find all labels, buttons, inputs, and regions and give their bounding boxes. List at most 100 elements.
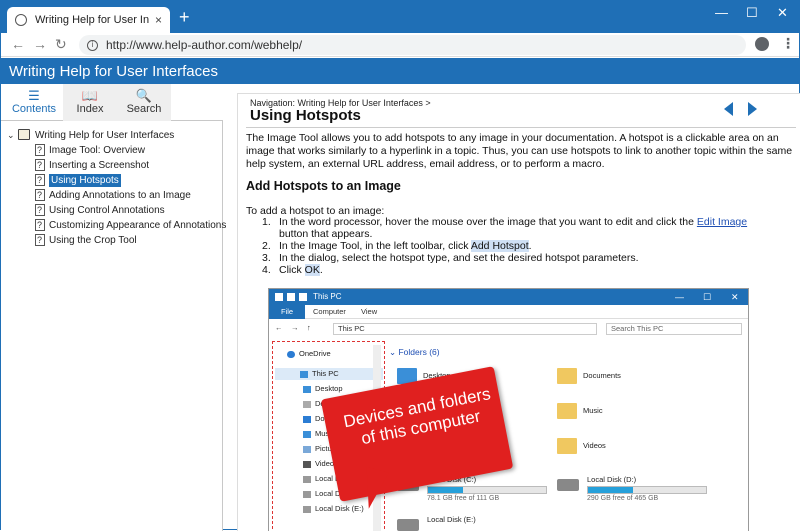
globe-icon	[15, 14, 27, 26]
folder-label: Documents	[583, 371, 621, 380]
drive-usage-bar	[427, 486, 547, 494]
music-folder-icon	[557, 403, 577, 420]
sidebar-label: OneDrive	[299, 349, 331, 358]
section-heading: Add Hotspots to an Image	[246, 179, 401, 193]
previous-topic-icon[interactable]	[724, 102, 733, 116]
step-text: .	[319, 264, 323, 276]
ribbon-file: File	[269, 305, 305, 319]
tree-item[interactable]: Using the Crop Tool	[7, 233, 221, 248]
folder-tile: Documents	[557, 365, 621, 387]
drive-usage-fill	[428, 487, 464, 493]
drive-tile: Local Disk (E:)	[397, 515, 476, 531]
step: 4. Click OK.	[262, 264, 762, 276]
tab-contents[interactable]: ☰ Contents	[7, 84, 61, 121]
ribbon-computer: Computer	[313, 307, 346, 316]
download-icon	[303, 415, 311, 423]
tab-search[interactable]: 🔍 Search	[117, 84, 171, 121]
browser-tab[interactable]: Writing Help for User Interfaces ×	[7, 7, 170, 33]
tab-bar: Writing Help for User Interfaces × + — ☐…	[1, 1, 799, 33]
drive-label: Local Disk (D:)	[587, 475, 637, 484]
tree-item[interactable]: Image Tool: Overview	[7, 143, 221, 158]
new-tab-button[interactable]: +	[179, 8, 190, 26]
cloud-icon	[287, 350, 295, 358]
drive-usage-fill	[588, 487, 633, 493]
tab-title: Writing Help for User Interfaces	[35, 14, 149, 26]
tab-index-label: Index	[76, 103, 104, 115]
url-field[interactable]: i http://www.help-author.com/webhelp/	[79, 35, 746, 55]
sidebar-label: This PC	[312, 369, 339, 378]
step: 2. In the Image Tool, in the left toolbar…	[262, 240, 762, 252]
tree-item[interactable]: Inserting a Screenshot	[7, 158, 221, 173]
drive-icon	[303, 475, 311, 483]
help-page-icon	[35, 158, 45, 173]
drive-icon	[303, 505, 311, 513]
ribbon-view: View	[361, 307, 378, 316]
step: 3. In the dialog, select the hotspot type…	[262, 252, 762, 264]
explorer-ribbon: File Computer View	[269, 305, 748, 319]
videos-folder-icon	[557, 438, 577, 455]
info-icon[interactable]: i	[87, 39, 98, 51]
path-text: This PC	[338, 324, 365, 333]
quick-access-icon	[275, 292, 283, 301]
folders-header-label: Folders (6)	[398, 347, 440, 357]
folder-label: Videos	[583, 441, 606, 450]
drive-usage-bar	[587, 486, 707, 494]
explorer-path: This PC	[333, 323, 597, 335]
back-arrow-icon: ←	[275, 323, 283, 332]
desktop-icon	[303, 385, 311, 393]
step-number: 3.	[262, 252, 271, 264]
page-title: Using Hotspots	[250, 107, 361, 124]
address-bar: ← → ↻ i http://www.help-author.com/webhe…	[1, 33, 799, 57]
close-icon: ✕	[731, 292, 739, 302]
search-placeholder: Search This PC	[611, 324, 664, 333]
back-arrow-icon[interactable]: ←	[11, 36, 25, 52]
reload-icon[interactable]: ↻	[55, 36, 67, 53]
step-text: In the dialog, select the hotspot type, …	[279, 252, 639, 264]
close-tab-icon[interactable]: ×	[155, 13, 162, 27]
help-page-icon	[35, 143, 45, 158]
drive-free-text: 290 GB free of 465 GB	[587, 495, 659, 502]
forward-arrow-icon: →	[291, 323, 299, 332]
step-text: In the word processor, hover the mouse o…	[279, 216, 697, 228]
tree-root[interactable]: ⌄ Writing Help for User Interfaces	[7, 128, 221, 143]
next-topic-icon[interactable]	[748, 102, 758, 116]
minimize-button[interactable]: —	[715, 5, 728, 20]
help-page-icon	[35, 218, 45, 233]
tree-item[interactable]: Customizing Appearance of Annotations	[7, 218, 226, 233]
step-number: 2.	[262, 240, 271, 252]
sidebar-item: Local Disk (E:)	[303, 503, 364, 515]
folder-icon	[299, 292, 307, 301]
drive-icon	[557, 479, 579, 491]
divider	[246, 127, 796, 128]
explorer-navbar: ← → ↑ This PC Search This PC	[269, 320, 748, 338]
collapse-toggle-icon[interactable]: ⌄	[7, 128, 15, 143]
edit-image-link[interactable]: Edit Image	[697, 216, 747, 228]
help-page-icon	[35, 203, 45, 218]
forward-arrow-icon[interactable]: →	[33, 36, 47, 52]
drive-free-text: 78.1 GB free of 111 GB	[427, 495, 500, 502]
url-text: http://www.help-author.com/webhelp/	[106, 38, 303, 52]
tab-search-label: Search	[126, 103, 162, 115]
step-number: 4.	[262, 264, 271, 276]
book-icon: 📖	[81, 88, 99, 103]
tab-index[interactable]: 📖 Index	[63, 84, 117, 121]
tree-item[interactable]: Adding Annotations to an Image	[7, 188, 221, 203]
close-window-button[interactable]: ✕	[777, 5, 788, 21]
step-text: In the Image Tool, in the left toolbar, …	[279, 240, 471, 252]
maximize-button[interactable]: ☐	[746, 5, 758, 21]
drive-tile: Local Disk (D:) 290 GB free of 465 GB	[557, 475, 707, 502]
sidebar-item-this-pc: This PC	[275, 368, 383, 380]
documents-folder-icon	[557, 368, 577, 385]
account-icon[interactable]	[755, 37, 769, 51]
videos-icon	[303, 460, 311, 468]
step: 1. In the word processor, hover the mouse…	[262, 216, 762, 240]
contents-icon: ☰	[28, 88, 40, 103]
music-icon	[303, 430, 311, 438]
tree-item[interactable]: Using Control Annotations	[7, 203, 221, 218]
drive-icon	[303, 490, 311, 498]
sidebar-item-onedrive: OneDrive	[287, 348, 331, 360]
menu-dots-icon[interactable]: ⋮	[781, 35, 795, 52]
tree-item-selected[interactable]: Using Hotspots	[7, 173, 221, 188]
drive-label: Local Disk (E:)	[427, 515, 476, 524]
help-page-icon	[35, 233, 45, 248]
